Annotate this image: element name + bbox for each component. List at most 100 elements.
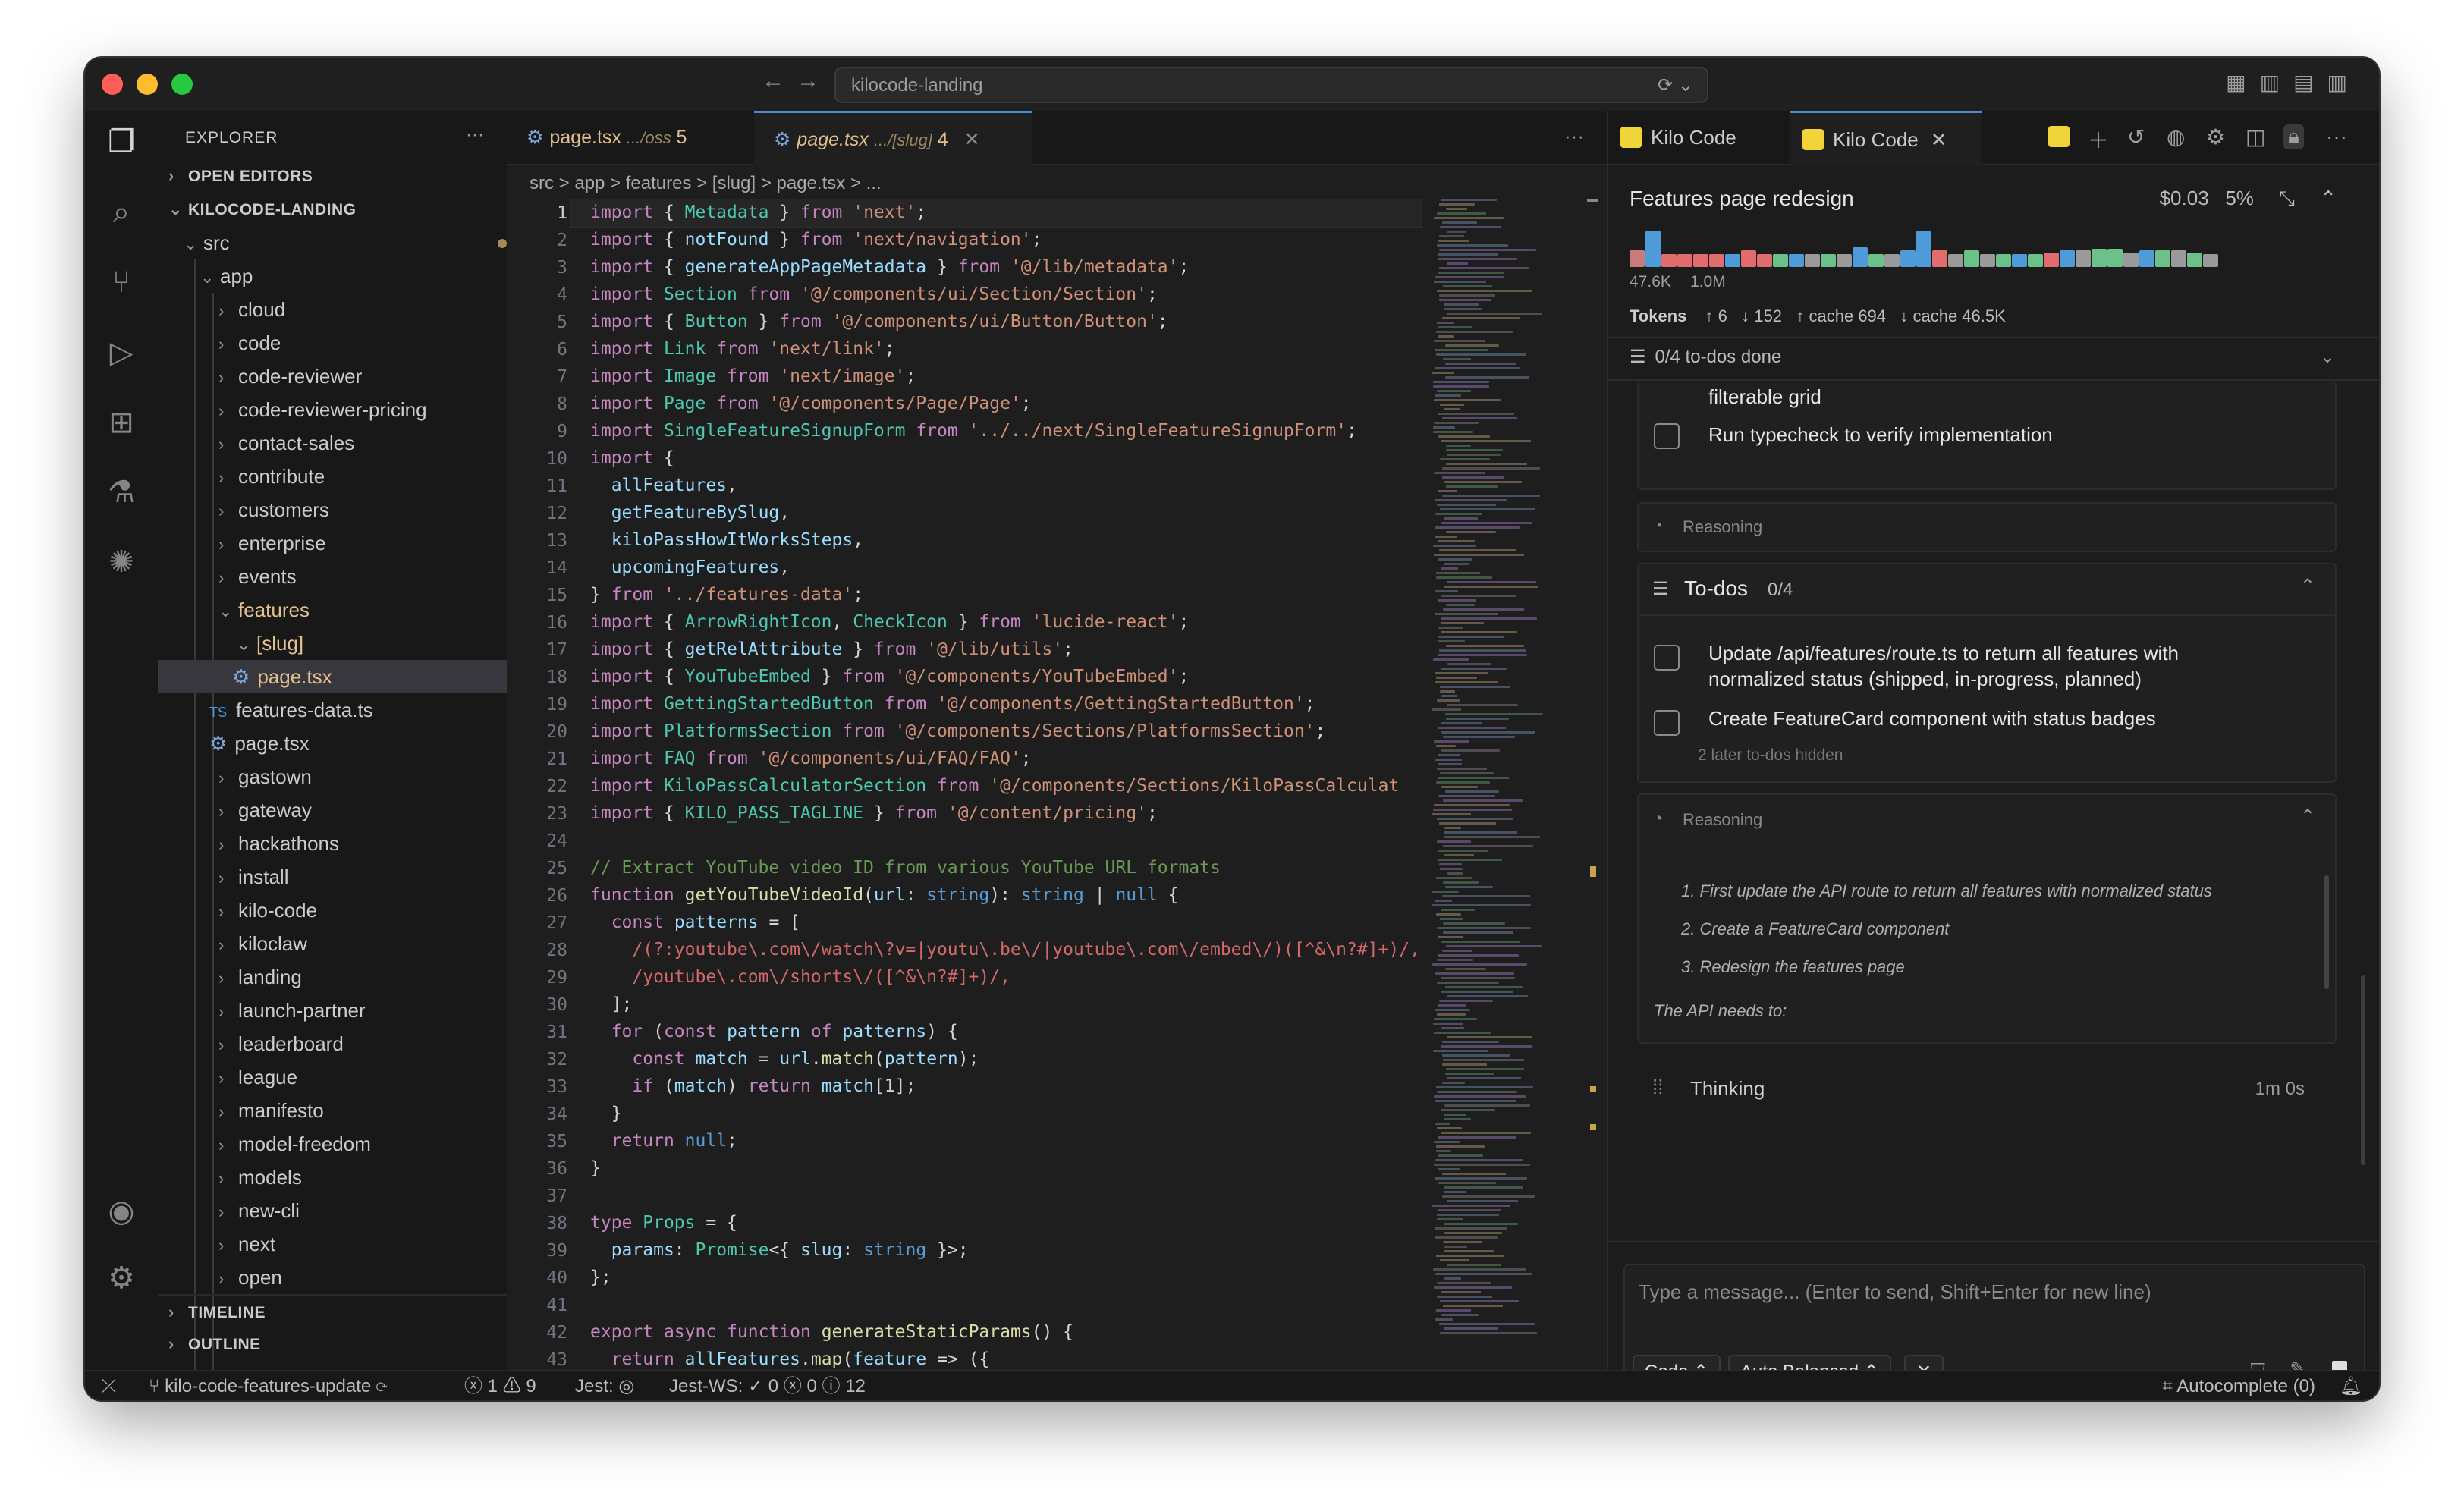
todo-typecheck-text: Run typecheck to verify implementation [1708,423,2053,446]
usage-bar [2012,254,2027,267]
editor-more-icon[interactable]: ··· [1564,124,1584,148]
outline-section[interactable]: › OUTLINE [158,1327,517,1361]
chevron-up-icon[interactable]: ⌃ [2300,806,2315,828]
jest-status[interactable]: Jest: ◎ [575,1371,634,1400]
file-page-tsx[interactable]: ⚙ page.tsx [158,727,558,760]
folder-cloud[interactable]: › cloud [158,293,567,326]
source-control-icon[interactable]: ⑂ [85,265,158,300]
todo-checkbox[interactable] [1654,423,1680,449]
back-arrow-icon[interactable]: ← [762,68,784,94]
reasoning-collapsed[interactable]: ◔ Reasoning [1637,502,2337,552]
chevron-up-icon[interactable]: ⌃ [2320,187,2337,209]
profile-icon[interactable]: ◍ [2167,124,2185,149]
explorer-icon[interactable]: ❐ [85,124,158,159]
tab-kilo-code-2[interactable]: Kilo Code ✕ [1790,111,1982,166]
folder-open[interactable]: › open [158,1261,567,1294]
folder-code[interactable]: › code [158,326,567,360]
minimize-window-button[interactable] [137,74,158,95]
timeline-section[interactable]: › TIMELINE [158,1294,517,1329]
problems-indicator[interactable]: ⓧ 1 ⚠ 9 [464,1371,536,1400]
todos-summary[interactable]: ☰ 0/4 to-dos done [1630,346,1781,368]
folder-hackathons[interactable]: › hackathons [158,827,567,860]
remote-icon[interactable]: ⤫ [102,1371,116,1400]
more-actions-icon[interactable]: ··· [2326,124,2347,149]
folder-code-reviewer[interactable]: › code-reviewer [158,360,567,393]
notifications-bell-icon[interactable]: 🔔︎ [2340,1371,2362,1400]
close-window-button[interactable] [102,74,123,95]
editor-scrollbar[interactable] [1587,199,1601,1370]
folder-leaderboard[interactable]: › leaderboard [158,1027,567,1060]
folder-customers[interactable]: › customers [158,493,567,526]
chevron-down-icon[interactable]: ⌄ [2320,346,2335,368]
line-number: 25 [546,859,567,878]
forward-arrow-icon[interactable]: → [797,68,819,94]
search-icon[interactable]: ⌕ [85,196,158,230]
line-number: 5 [557,313,567,332]
panel-scrollbar[interactable] [2361,975,2365,1165]
maximize-window-button[interactable] [171,74,193,95]
tab-page-tsx-oss[interactable]: ⚙ page.tsx .../oss 5 [507,111,756,164]
later-todos-hidden[interactable]: 2 later to-dos hidden [1698,746,1843,765]
folder-gateway[interactable]: › gateway [158,793,567,827]
todo-checkbox[interactable] [1654,710,1680,736]
branch-indicator[interactable]: ⑂ kilo-code-features-update ⟳ [149,1371,387,1400]
account-icon[interactable]: ◉ [85,1194,158,1229]
extensions-icon[interactable]: ⊞ [85,405,158,440]
usage-bar [1932,250,1947,267]
folder-events[interactable]: › events [158,560,567,593]
line-number: 3 [557,258,567,278]
split-panel-icon[interactable]: ◫ [2246,124,2265,149]
autocomplete-status[interactable]: ⌗ Autocomplete (0) [2162,1371,2315,1400]
folder-src[interactable]: ⌄ src [158,226,533,259]
kilo-code-icon[interactable]: ✺ [85,545,158,580]
testing-icon[interactable]: ⚗ [85,475,158,510]
settings-gear-icon[interactable]: ⚙ [85,1261,158,1296]
tab-page-tsx-slug[interactable]: ⚙ page.tsx .../[slug] 4 ✕ [754,111,1032,166]
close-tab-icon[interactable]: ✕ [964,129,980,150]
folder-next[interactable]: › next [158,1227,567,1261]
folder-features[interactable]: ⌄ features [158,593,567,627]
todo-checkbox[interactable] [1654,645,1680,671]
folder-launch-partner[interactable]: › launch-partner [158,994,567,1027]
folder-install[interactable]: › install [158,860,567,894]
usage-bar [1916,231,1931,267]
jest-ws-status[interactable]: Jest-WS: ✓ 0 ⓧ 0 ⓘ 12 [669,1371,866,1400]
run-debug-icon[interactable]: ▷ [85,335,158,370]
folder-kilo-code[interactable]: › kilo-code [158,894,567,927]
history-icon[interactable]: ↺ [2127,124,2145,149]
copilot-icon[interactable]: ⟳ ⌄ [1658,74,1693,96]
file-features-data-ts[interactable]: TS features-data.ts [158,693,558,727]
folder-contact-sales[interactable]: › contact-sales [158,426,567,460]
folder-league[interactable]: › league [158,1060,567,1094]
command-center[interactable]: kilocode-landing ⟳ ⌄ [834,67,1708,103]
folder-models[interactable]: › models [158,1161,567,1194]
breadcrumb[interactable]: src > app > features > [slug] > page.tsx… [530,173,882,194]
folder-landing[interactable]: › landing [158,960,567,994]
line-number: 27 [546,913,567,933]
kilo-logo-icon[interactable] [2048,124,2079,149]
chevron-up-icon[interactable]: ⌃ [2300,575,2315,597]
folder-code-reviewer-pricing[interactable]: › code-reviewer-pricing [158,393,567,426]
project-section[interactable]: ⌄ KILOCODE-LANDING [158,193,517,226]
folder-kiloclaw[interactable]: › kiloclaw [158,927,567,960]
new-task-plus-icon[interactable]: ＋ [2088,124,2109,155]
folder-gastown[interactable]: › gastown [158,760,567,793]
folder-model-freedom[interactable]: › model-freedom [158,1127,567,1161]
code-line: import { notFound } from 'next/navigatio… [590,230,1042,250]
minimap[interactable] [1432,199,1546,1370]
code-line: import SingleFeatureSignupForm from '../… [590,421,1357,441]
folder-new-cli[interactable]: › new-cli [158,1194,567,1227]
lock-icon[interactable]: 🔒︎ [2283,124,2304,149]
more-actions-icon[interactable]: ··· [466,124,484,146]
folder-enterprise[interactable]: › enterprise [158,526,567,560]
settings-gear-icon[interactable]: ⚙ [2206,124,2225,149]
folder-contribute[interactable]: › contribute [158,460,567,493]
folder-manifesto[interactable]: › manifesto [158,1094,567,1127]
collapse-icon[interactable]: ⤡ [2279,187,2295,209]
close-tab-icon[interactable]: ✕ [1931,128,1947,151]
open-editors-section[interactable]: › OPEN EDITORS [158,159,517,193]
layout-controls-icon[interactable]: ▦▥▤▥ [2226,70,2361,95]
tab-kilo-code-1[interactable]: Kilo Code [1620,111,1780,164]
folder-app[interactable]: ⌄ app [158,259,549,293]
code-editor[interactable]: 1 2 3 4 5 6 7 8 9 10 11 12 13 14 15 16 17 18 19 20 21 22 23 24 2… [507,199,1607,1370]
